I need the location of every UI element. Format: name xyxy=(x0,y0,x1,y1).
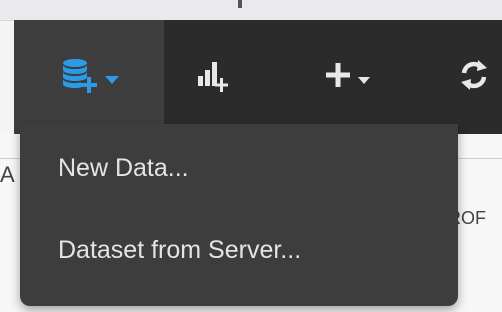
chart-add-icon xyxy=(194,56,232,99)
strip-marker xyxy=(238,0,242,8)
database-add-icon xyxy=(59,55,99,100)
add-data-dropdown-button[interactable] xyxy=(14,20,164,134)
add-dropdown-button[interactable] xyxy=(302,20,392,134)
refresh-icon xyxy=(456,57,492,98)
plus-icon xyxy=(324,61,352,94)
background-text-left: A xyxy=(0,162,15,187)
refresh-button[interactable] xyxy=(446,20,502,134)
menu-item-dataset-from-server[interactable]: Dataset from Server... xyxy=(20,220,458,280)
menu-item-new-data[interactable]: New Data... xyxy=(20,138,458,198)
toolbar xyxy=(14,20,502,134)
add-chart-button[interactable] xyxy=(182,20,244,134)
chevron-down-icon xyxy=(105,76,119,84)
window-top-strip xyxy=(0,0,502,21)
chevron-down-icon xyxy=(358,76,370,84)
add-data-dropdown-menu: New Data... Dataset from Server... xyxy=(20,124,458,306)
